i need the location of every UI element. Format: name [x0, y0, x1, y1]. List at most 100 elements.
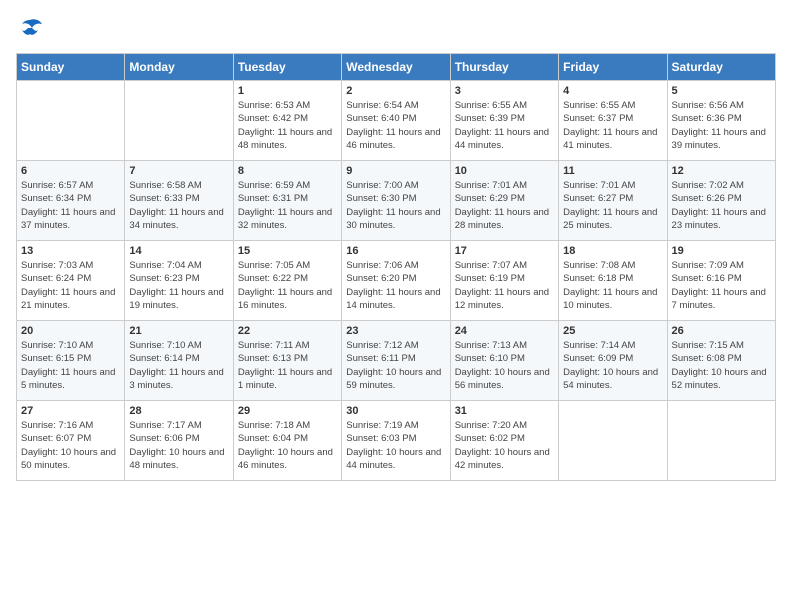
- day-number: 3: [455, 85, 554, 97]
- day-number: 20: [21, 325, 120, 337]
- day-number: 25: [563, 325, 662, 337]
- day-number: 2: [346, 85, 445, 97]
- calendar-week-4: 20 Sunrise: 7:10 AM Sunset: 6:15 PM Dayli…: [17, 321, 776, 401]
- day-number: 21: [129, 325, 228, 337]
- day-info: Sunrise: 6:55 AM Sunset: 6:37 PM Dayligh…: [563, 99, 662, 152]
- day-info: Sunrise: 7:03 AM Sunset: 6:24 PM Dayligh…: [21, 259, 120, 312]
- day-number: 12: [672, 165, 771, 177]
- calendar-cell: 15 Sunrise: 7:05 AM Sunset: 6:22 PM Dayli…: [233, 241, 341, 321]
- calendar-cell: 7 Sunrise: 6:58 AM Sunset: 6:33 PM Daylig…: [125, 161, 233, 241]
- calendar-cell: 16 Sunrise: 7:06 AM Sunset: 6:20 PM Dayli…: [342, 241, 450, 321]
- day-header-wednesday: Wednesday: [342, 54, 450, 81]
- calendar-cell: 25 Sunrise: 7:14 AM Sunset: 6:09 PM Dayli…: [559, 321, 667, 401]
- day-number: 23: [346, 325, 445, 337]
- day-header-tuesday: Tuesday: [233, 54, 341, 81]
- day-number: 6: [21, 165, 120, 177]
- calendar-cell: 23 Sunrise: 7:12 AM Sunset: 6:11 PM Dayli…: [342, 321, 450, 401]
- calendar-cell: 24 Sunrise: 7:13 AM Sunset: 6:10 PM Dayli…: [450, 321, 558, 401]
- day-header-friday: Friday: [559, 54, 667, 81]
- day-number: 16: [346, 245, 445, 257]
- day-info: Sunrise: 6:54 AM Sunset: 6:40 PM Dayligh…: [346, 99, 445, 152]
- calendar-cell: 8 Sunrise: 6:59 AM Sunset: 6:31 PM Daylig…: [233, 161, 341, 241]
- day-header-saturday: Saturday: [667, 54, 775, 81]
- calendar-cell: 26Sunrise: 7:15 AM Sunset: 6:08 PM Dayli…: [667, 321, 775, 401]
- day-info: Sunrise: 7:02 AM Sunset: 6:26 PM Dayligh…: [672, 179, 771, 232]
- day-number: 18: [563, 245, 662, 257]
- day-number: 7: [129, 165, 228, 177]
- day-info: Sunrise: 7:14 AM Sunset: 6:09 PM Dayligh…: [563, 339, 662, 392]
- day-number: 5: [672, 85, 771, 97]
- day-info: Sunrise: 7:10 AM Sunset: 6:14 PM Dayligh…: [129, 339, 228, 392]
- calendar-cell: 31 Sunrise: 7:20 AM Sunset: 6:02 PM Dayli…: [450, 401, 558, 481]
- calendar-cell: 22 Sunrise: 7:11 AM Sunset: 6:13 PM Dayli…: [233, 321, 341, 401]
- calendar-cell: 4 Sunrise: 6:55 AM Sunset: 6:37 PM Daylig…: [559, 81, 667, 161]
- day-info: Sunrise: 7:11 AM Sunset: 6:13 PM Dayligh…: [238, 339, 337, 392]
- day-info: Sunrise: 7:06 AM Sunset: 6:20 PM Dayligh…: [346, 259, 445, 312]
- day-number: 1: [238, 85, 337, 97]
- day-info: Sunrise: 7:04 AM Sunset: 6:23 PM Dayligh…: [129, 259, 228, 312]
- calendar-cell: 14Sunrise: 7:04 AM Sunset: 6:23 PM Dayli…: [125, 241, 233, 321]
- day-info: Sunrise: 6:56 AM Sunset: 6:36 PM Dayligh…: [672, 99, 771, 152]
- day-header-monday: Monday: [125, 54, 233, 81]
- day-info: Sunrise: 7:08 AM Sunset: 6:18 PM Dayligh…: [563, 259, 662, 312]
- day-info: Sunrise: 7:18 AM Sunset: 6:04 PM Dayligh…: [238, 419, 337, 472]
- day-number: 17: [455, 245, 554, 257]
- calendar-cell: [559, 401, 667, 481]
- day-info: Sunrise: 7:00 AM Sunset: 6:30 PM Dayligh…: [346, 179, 445, 232]
- calendar-cell: 28 Sunrise: 7:17 AM Sunset: 6:06 PM Dayli…: [125, 401, 233, 481]
- day-number: 4: [563, 85, 662, 97]
- calendar-cell: 21 Sunrise: 7:10 AM Sunset: 6:14 PM Dayli…: [125, 321, 233, 401]
- day-info: Sunrise: 7:01 AM Sunset: 6:27 PM Dayligh…: [563, 179, 662, 232]
- day-number: 9: [346, 165, 445, 177]
- day-info: Sunrise: 7:15 AM Sunset: 6:08 PM Dayligh…: [672, 339, 771, 392]
- day-number: 27: [21, 405, 120, 417]
- calendar-cell: 30 Sunrise: 7:19 AM Sunset: 6:03 PM Dayli…: [342, 401, 450, 481]
- day-number: 11: [563, 165, 662, 177]
- day-number: 31: [455, 405, 554, 417]
- calendar-cell: 10Sunrise: 7:01 AM Sunset: 6:29 PM Dayli…: [450, 161, 558, 241]
- day-info: Sunrise: 7:20 AM Sunset: 6:02 PM Dayligh…: [455, 419, 554, 472]
- calendar-cell: [125, 81, 233, 161]
- day-info: Sunrise: 7:17 AM Sunset: 6:06 PM Dayligh…: [129, 419, 228, 472]
- day-number: 13: [21, 245, 120, 257]
- day-info: Sunrise: 7:13 AM Sunset: 6:10 PM Dayligh…: [455, 339, 554, 392]
- calendar-cell: 11 Sunrise: 7:01 AM Sunset: 6:27 PM Dayli…: [559, 161, 667, 241]
- calendar-cell: 12 Sunrise: 7:02 AM Sunset: 6:26 PM Dayli…: [667, 161, 775, 241]
- day-number: 29: [238, 405, 337, 417]
- calendar-week-1: 1Sunrise: 6:53 AM Sunset: 6:42 PM Daylig…: [17, 81, 776, 161]
- day-info: Sunrise: 7:01 AM Sunset: 6:29 PM Dayligh…: [455, 179, 554, 232]
- calendar-cell: 18 Sunrise: 7:08 AM Sunset: 6:18 PM Dayli…: [559, 241, 667, 321]
- logo: [16, 16, 48, 45]
- day-number: 24: [455, 325, 554, 337]
- day-number: 15: [238, 245, 337, 257]
- day-header-thursday: Thursday: [450, 54, 558, 81]
- calendar-cell: 2 Sunrise: 6:54 AM Sunset: 6:40 PM Daylig…: [342, 81, 450, 161]
- day-info: Sunrise: 6:59 AM Sunset: 6:31 PM Dayligh…: [238, 179, 337, 232]
- calendar-cell: 5 Sunrise: 6:56 AM Sunset: 6:36 PM Daylig…: [667, 81, 775, 161]
- calendar-header: SundayMondayTuesdayWednesdayThursdayFrid…: [17, 54, 776, 81]
- logo-bird-icon: [16, 16, 44, 40]
- day-number: 28: [129, 405, 228, 417]
- day-info: Sunrise: 7:12 AM Sunset: 6:11 PM Dayligh…: [346, 339, 445, 392]
- calendar-week-2: 6 Sunrise: 6:57 AM Sunset: 6:34 PM Daylig…: [17, 161, 776, 241]
- day-info: Sunrise: 7:09 AM Sunset: 6:16 PM Dayligh…: [672, 259, 771, 312]
- day-info: Sunrise: 7:05 AM Sunset: 6:22 PM Dayligh…: [238, 259, 337, 312]
- day-info: Sunrise: 7:19 AM Sunset: 6:03 PM Dayligh…: [346, 419, 445, 472]
- calendar-week-3: 13 Sunrise: 7:03 AM Sunset: 6:24 PM Dayli…: [17, 241, 776, 321]
- day-info: Sunrise: 6:58 AM Sunset: 6:33 PM Dayligh…: [129, 179, 228, 232]
- calendar-cell: 13 Sunrise: 7:03 AM Sunset: 6:24 PM Dayli…: [17, 241, 125, 321]
- day-number: 8: [238, 165, 337, 177]
- day-info: Sunrise: 7:10 AM Sunset: 6:15 PM Dayligh…: [21, 339, 120, 392]
- day-info: Sunrise: 6:57 AM Sunset: 6:34 PM Dayligh…: [21, 179, 120, 232]
- calendar-cell: [667, 401, 775, 481]
- calendar-cell: 9 Sunrise: 7:00 AM Sunset: 6:30 PM Daylig…: [342, 161, 450, 241]
- day-number: 22: [238, 325, 337, 337]
- calendar-cell: 17 Sunrise: 7:07 AM Sunset: 6:19 PM Dayli…: [450, 241, 558, 321]
- calendar-week-5: 27Sunrise: 7:16 AM Sunset: 6:07 PM Dayli…: [17, 401, 776, 481]
- calendar-cell: 20 Sunrise: 7:10 AM Sunset: 6:15 PM Dayli…: [17, 321, 125, 401]
- calendar-cell: 6 Sunrise: 6:57 AM Sunset: 6:34 PM Daylig…: [17, 161, 125, 241]
- day-number: 19: [672, 245, 771, 257]
- day-number: 30: [346, 405, 445, 417]
- day-info: Sunrise: 6:55 AM Sunset: 6:39 PM Dayligh…: [455, 99, 554, 152]
- day-info: Sunrise: 7:07 AM Sunset: 6:19 PM Dayligh…: [455, 259, 554, 312]
